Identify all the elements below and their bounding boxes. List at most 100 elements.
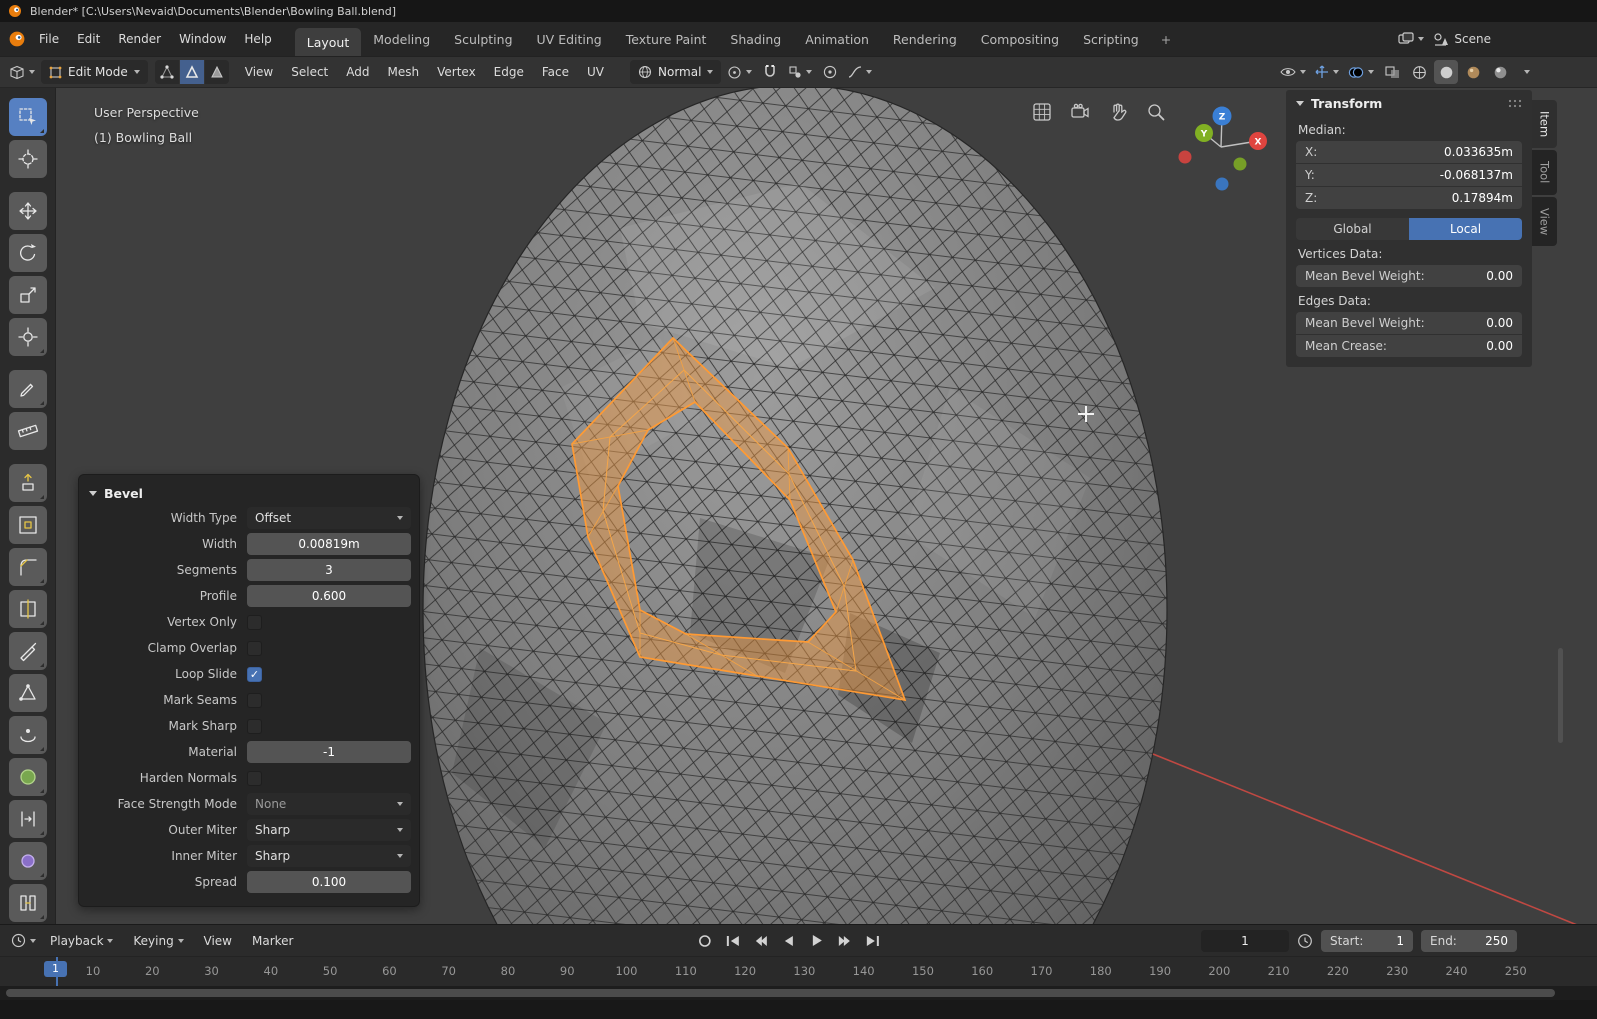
tab-texture-paint[interactable]: Texture Paint bbox=[614, 22, 719, 56]
add-workspace-button[interactable]: + bbox=[1151, 22, 1181, 56]
tab-shading[interactable]: Shading bbox=[718, 22, 793, 56]
inner-miter-dropdown[interactable]: Sharp bbox=[247, 845, 411, 867]
bevel-panel-header[interactable]: Bevel bbox=[89, 480, 409, 506]
vertex-bevel-weight-field[interactable]: Mean Bevel Weight: 0.00 bbox=[1296, 265, 1522, 287]
editor-type-dropdown[interactable] bbox=[6, 60, 38, 84]
profile-field[interactable]: 0.600 bbox=[247, 585, 411, 607]
tool-loop-cut[interactable] bbox=[8, 590, 47, 628]
end-frame-field[interactable]: End: 250 bbox=[1421, 929, 1517, 952]
proportional-editing-toggle[interactable] bbox=[818, 60, 842, 84]
menu-help[interactable]: Help bbox=[235, 26, 280, 52]
menu-file[interactable]: File bbox=[30, 26, 68, 52]
harden-normals-checkbox[interactable] bbox=[247, 770, 262, 786]
navigation-gizmo[interactable]: Z Y X bbox=[1177, 103, 1269, 195]
viewport-menu-item[interactable]: View bbox=[236, 59, 282, 85]
global-button[interactable]: Global bbox=[1296, 218, 1409, 240]
play-button[interactable] bbox=[804, 930, 829, 952]
tool-edge-slide[interactable] bbox=[8, 800, 47, 838]
play-reverse-button[interactable] bbox=[776, 930, 801, 952]
mark-seams-checkbox[interactable] bbox=[247, 692, 262, 708]
timeline-ruler[interactable]: 1 10 20 30 40 50 60 70 80 90 100 110 120 130 140 150 16… bbox=[0, 956, 1597, 986]
outer-miter-dropdown[interactable]: Sharp bbox=[247, 819, 411, 841]
tool-transform[interactable] bbox=[8, 318, 47, 356]
edge-select-mode-button[interactable] bbox=[179, 60, 204, 84]
playback-menu[interactable]: Playback bbox=[41, 928, 122, 954]
previous-keyframe-button[interactable] bbox=[748, 930, 773, 952]
tool-annotate[interactable] bbox=[8, 370, 47, 408]
blender-menu-logo[interactable] bbox=[6, 28, 28, 50]
horizontal-scrollbar-thumb[interactable] bbox=[6, 989, 1555, 997]
spread-field[interactable]: 0.100 bbox=[247, 871, 411, 893]
tool-measure[interactable] bbox=[8, 412, 47, 450]
viewport-menu-item[interactable]: Select bbox=[282, 59, 337, 85]
preview-range-clock-icon[interactable] bbox=[1297, 933, 1313, 949]
gizmo-z-negative[interactable] bbox=[1215, 177, 1229, 191]
tool-bevel[interactable] bbox=[8, 548, 47, 586]
next-keyframe-button[interactable] bbox=[832, 930, 857, 952]
transform-orientation-dropdown[interactable]: Normal bbox=[630, 60, 722, 84]
current-frame-badge[interactable]: 1 bbox=[44, 961, 67, 977]
sidebar-tab-view[interactable]: View bbox=[1532, 196, 1557, 246]
camera-view-icon[interactable] bbox=[1070, 102, 1090, 122]
pivot-point-dropdown[interactable] bbox=[724, 60, 755, 84]
tool-inset-faces[interactable] bbox=[8, 506, 47, 544]
gizmo-toggle[interactable] bbox=[1312, 60, 1342, 84]
current-frame-field[interactable]: 1 bbox=[1201, 929, 1289, 952]
tab-rendering[interactable]: Rendering bbox=[881, 22, 969, 56]
scene-name[interactable]: Scene bbox=[1454, 32, 1491, 46]
median-z-field[interactable]: Z: 0.17894m bbox=[1296, 187, 1522, 209]
menu-window[interactable]: Window bbox=[170, 26, 235, 52]
tool-spin[interactable] bbox=[8, 716, 47, 754]
tab-scripting[interactable]: Scripting bbox=[1071, 22, 1151, 56]
face-strength-mode-dropdown[interactable]: None bbox=[247, 793, 411, 815]
viewport-menu-item[interactable]: Add bbox=[337, 59, 378, 85]
snap-toggle[interactable] bbox=[758, 60, 782, 84]
width-field[interactable]: 0.00819m bbox=[247, 533, 411, 555]
median-x-field[interactable]: X: 0.033635m bbox=[1296, 141, 1522, 163]
mode-dropdown[interactable]: Edit Mode bbox=[41, 60, 148, 84]
viewport-menu-item[interactable]: UV bbox=[578, 59, 613, 85]
timeline-view-menu[interactable]: View bbox=[195, 928, 241, 954]
vertex-select-mode-button[interactable] bbox=[154, 60, 179, 84]
orthographic-grid-icon[interactable] bbox=[1032, 102, 1052, 122]
tool-poly-build[interactable] bbox=[8, 674, 47, 712]
tool-smooth[interactable] bbox=[8, 758, 47, 796]
tab-compositing[interactable]: Compositing bbox=[969, 22, 1071, 56]
jump-to-start-button[interactable] bbox=[720, 930, 745, 952]
record-button[interactable] bbox=[692, 930, 717, 952]
start-frame-field[interactable]: Start: 1 bbox=[1321, 929, 1413, 952]
material-field[interactable]: -1 bbox=[247, 741, 411, 763]
width-type-dropdown[interactable]: Offset bbox=[247, 507, 411, 529]
sidebar-tab-tool[interactable]: Tool bbox=[1532, 150, 1557, 195]
viewport-menu-item[interactable]: Mesh bbox=[379, 59, 429, 85]
segments-field[interactable]: 3 bbox=[247, 559, 411, 581]
tool-rip-region[interactable] bbox=[8, 884, 47, 922]
transform-panel-header[interactable]: Transform bbox=[1296, 90, 1522, 116]
tab-animation[interactable]: Animation bbox=[793, 22, 881, 56]
tool-rotate[interactable] bbox=[8, 234, 47, 272]
mark-sharp-checkbox[interactable] bbox=[247, 718, 262, 734]
xray-toggle[interactable] bbox=[1380, 60, 1404, 84]
viewport-vertical-scrollbar[interactable] bbox=[1558, 648, 1563, 743]
visibility-dropdown[interactable] bbox=[1277, 60, 1309, 84]
local-button[interactable]: Local bbox=[1409, 218, 1522, 240]
viewport-menu-item[interactable]: Edge bbox=[485, 59, 533, 85]
zoom-icon[interactable] bbox=[1146, 102, 1166, 122]
gizmo-y-negative[interactable] bbox=[1233, 157, 1247, 171]
tab-layout[interactable]: Layout bbox=[294, 28, 362, 56]
vertex-only-checkbox[interactable] bbox=[247, 614, 262, 630]
viewport-menu-item[interactable]: Face bbox=[533, 59, 578, 85]
tool-scale[interactable] bbox=[8, 276, 47, 314]
edge-crease-field[interactable]: Mean Crease: 0.00 bbox=[1296, 335, 1522, 357]
edge-bevel-weight-field[interactable]: Mean Bevel Weight: 0.00 bbox=[1296, 312, 1522, 334]
keying-menu[interactable]: Keying bbox=[124, 928, 192, 954]
tool-shrink-fatten[interactable] bbox=[8, 842, 47, 880]
shading-options-dropdown[interactable] bbox=[1515, 60, 1539, 84]
menu-render[interactable]: Render bbox=[109, 26, 170, 52]
proportional-falloff-dropdown[interactable] bbox=[845, 60, 875, 84]
tab-modeling[interactable]: Modeling bbox=[361, 22, 442, 56]
tool-knife[interactable] bbox=[8, 632, 47, 670]
gizmo-x-negative[interactable] bbox=[1178, 150, 1192, 164]
tool-move[interactable] bbox=[8, 192, 47, 230]
median-y-field[interactable]: Y: -0.068137m bbox=[1296, 164, 1522, 186]
